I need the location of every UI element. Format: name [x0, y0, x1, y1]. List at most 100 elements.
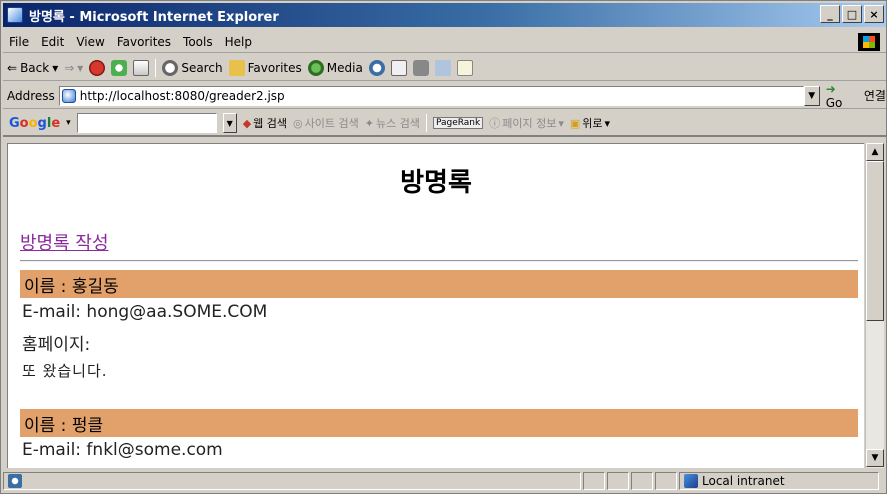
page-info-button[interactable]: ⓘ 페이지 정보 ▾ — [489, 115, 564, 131]
entry-message: 또 왔습니다. — [22, 362, 108, 380]
forward-button[interactable]: ⇒ ▾ — [64, 61, 83, 75]
status-cell — [607, 472, 629, 490]
search-label: Search — [181, 60, 223, 75]
status-cell — [631, 472, 653, 490]
entry-homepage: 홈페이지: — [22, 335, 91, 355]
google-logo[interactable]: Google — [9, 116, 60, 131]
close-button[interactable]: × — [864, 5, 884, 23]
address-input[interactable]: http://localhost:8080/greader2.jsp — [58, 85, 804, 106]
scroll-down-icon[interactable]: ▼ — [866, 449, 884, 467]
scroll-up-icon[interactable]: ▲ — [866, 143, 884, 161]
web-search-button[interactable]: ◆ 웹 검색 — [243, 115, 287, 131]
google-toolbar-separator — [425, 114, 427, 132]
minimize-button[interactable]: _ — [820, 5, 840, 23]
media-button[interactable]: Media — [307, 59, 363, 76]
up-label: 위로 — [582, 117, 603, 130]
status-cell — [655, 472, 677, 490]
entry-name-bar: 이름 : 펑클 — [20, 409, 858, 437]
entry-name-bar: 이름 : 홍길동 — [20, 270, 858, 298]
media-icon — [307, 59, 324, 76]
google-toolbar: Google ▾ ▼ ◆ 웹 검색 ◎ 사이트 검색 ✦ 뉴스 검색 PageR… — [3, 111, 886, 137]
mail-icon[interactable] — [390, 59, 407, 76]
google-search-icon: ◆ — [242, 116, 252, 130]
stop-icon[interactable] — [89, 59, 106, 76]
browser-window: 방명록 - Microsoft Internet Explorer _ □ × … — [0, 0, 887, 494]
google-menu-arrow-icon[interactable]: ▾ — [66, 118, 71, 128]
go-label: Go — [825, 95, 843, 110]
back-label: Back — [20, 60, 50, 75]
standard-toolbar: ⇐ Back ▾ ⇒ ▾ Search Favorites Media — [3, 55, 886, 81]
status-bar: Local intranet — [3, 470, 886, 492]
ie-page-icon — [8, 474, 22, 488]
news-search-label: 뉴스 검색 — [375, 117, 420, 130]
history-icon[interactable] — [368, 59, 385, 76]
dropdown-arrow-icon[interactable]: ▾ — [52, 61, 58, 75]
status-cell — [583, 472, 605, 490]
edit-icon[interactable] — [434, 59, 451, 76]
up-arrow-icon: ▾ — [604, 116, 611, 130]
links-button[interactable]: 연결 — [864, 87, 886, 104]
dropdown-arrow-icon[interactable]: ▾ — [77, 61, 83, 75]
forward-arrow-icon: ⇒ — [64, 60, 75, 75]
maximize-button[interactable]: □ — [842, 5, 862, 23]
page-info-arrow-icon: ▾ — [558, 116, 564, 130]
site-search-button[interactable]: ◎ 사이트 검색 — [293, 115, 359, 131]
pagerank-label: PageRank — [432, 117, 484, 129]
menu-bar: File Edit View Favorites Tools Help — [3, 31, 886, 53]
page-content: 방명록 방명록 작성 이름 : 홍길동 E-mail: hong@aa.SOME… — [7, 143, 864, 468]
back-button[interactable]: ⇐ Back ▾ — [7, 61, 58, 75]
status-main — [3, 472, 581, 490]
toolbar-separator — [155, 58, 157, 77]
address-dropdown-icon[interactable]: ▼ — [803, 85, 820, 106]
go-arrow-icon: ➜ — [825, 81, 836, 96]
favorites-button[interactable]: Favorites — [228, 59, 302, 76]
window-controls: _ □ × — [820, 5, 884, 23]
address-bar: Address http://localhost:8080/greader2.j… — [3, 82, 886, 110]
news-search-icon: ✦ — [364, 116, 374, 130]
info-icon: ⓘ — [489, 117, 501, 130]
ie-app-icon — [7, 7, 23, 23]
folder-up-icon: ▣ — [569, 116, 581, 130]
scroll-thumb[interactable] — [866, 161, 884, 321]
home-icon[interactable] — [133, 59, 150, 76]
entry-email: E-mail: hong@aa.SOME.COM — [22, 302, 268, 322]
google-search-dropdown-icon[interactable]: ▼ — [222, 113, 237, 133]
menu-file[interactable]: File — [3, 35, 35, 49]
favorites-icon — [228, 59, 245, 76]
vertical-scrollbar[interactable]: ▲ ▼ — [865, 143, 884, 468]
favorites-label: Favorites — [247, 60, 302, 75]
discuss-icon[interactable] — [456, 59, 473, 76]
page-title: 방명록 — [400, 168, 472, 198]
local-intranet-icon — [684, 474, 698, 488]
print-icon[interactable] — [412, 59, 429, 76]
page-info-label: 페이지 정보 — [502, 117, 557, 130]
search-icon — [162, 59, 179, 76]
page-icon — [61, 88, 76, 103]
windows-logo-icon — [858, 33, 880, 51]
google-search-input[interactable] — [76, 113, 217, 133]
title-bar[interactable]: 방명록 - Microsoft Internet Explorer _ □ × — [3, 3, 886, 27]
up-button[interactable]: ▣ 위로 ▾ — [570, 115, 610, 131]
menu-tools[interactable]: Tools — [177, 35, 219, 49]
site-search-icon: ◎ — [293, 116, 303, 130]
media-label: Media — [326, 60, 363, 75]
entry-email: E-mail: fnkl@some.com — [22, 440, 223, 460]
go-button[interactable]: ➜ Go — [826, 82, 856, 110]
news-search-button[interactable]: ✦ 뉴스 검색 — [365, 115, 420, 131]
zone-label: Local intranet — [702, 474, 785, 488]
menu-view[interactable]: View — [70, 35, 110, 49]
menu-help[interactable]: Help — [219, 35, 258, 49]
back-arrow-icon: ⇐ — [7, 60, 18, 75]
refresh-icon[interactable] — [111, 59, 128, 76]
search-button[interactable]: Search — [162, 59, 223, 76]
web-search-label: 웹 검색 — [253, 117, 288, 130]
address-url: http://localhost:8080/greader2.jsp — [79, 88, 285, 103]
site-search-label: 사이트 검색 — [304, 117, 359, 130]
pagerank-indicator[interactable]: PageRank — [432, 117, 484, 129]
menu-edit[interactable]: Edit — [35, 35, 70, 49]
divider — [20, 260, 858, 262]
window-title: 방명록 - Microsoft Internet Explorer — [29, 9, 279, 25]
address-label: Address — [7, 88, 55, 103]
menu-favorites[interactable]: Favorites — [111, 35, 177, 49]
write-guestbook-link[interactable]: 방명록 작성 — [20, 229, 109, 255]
